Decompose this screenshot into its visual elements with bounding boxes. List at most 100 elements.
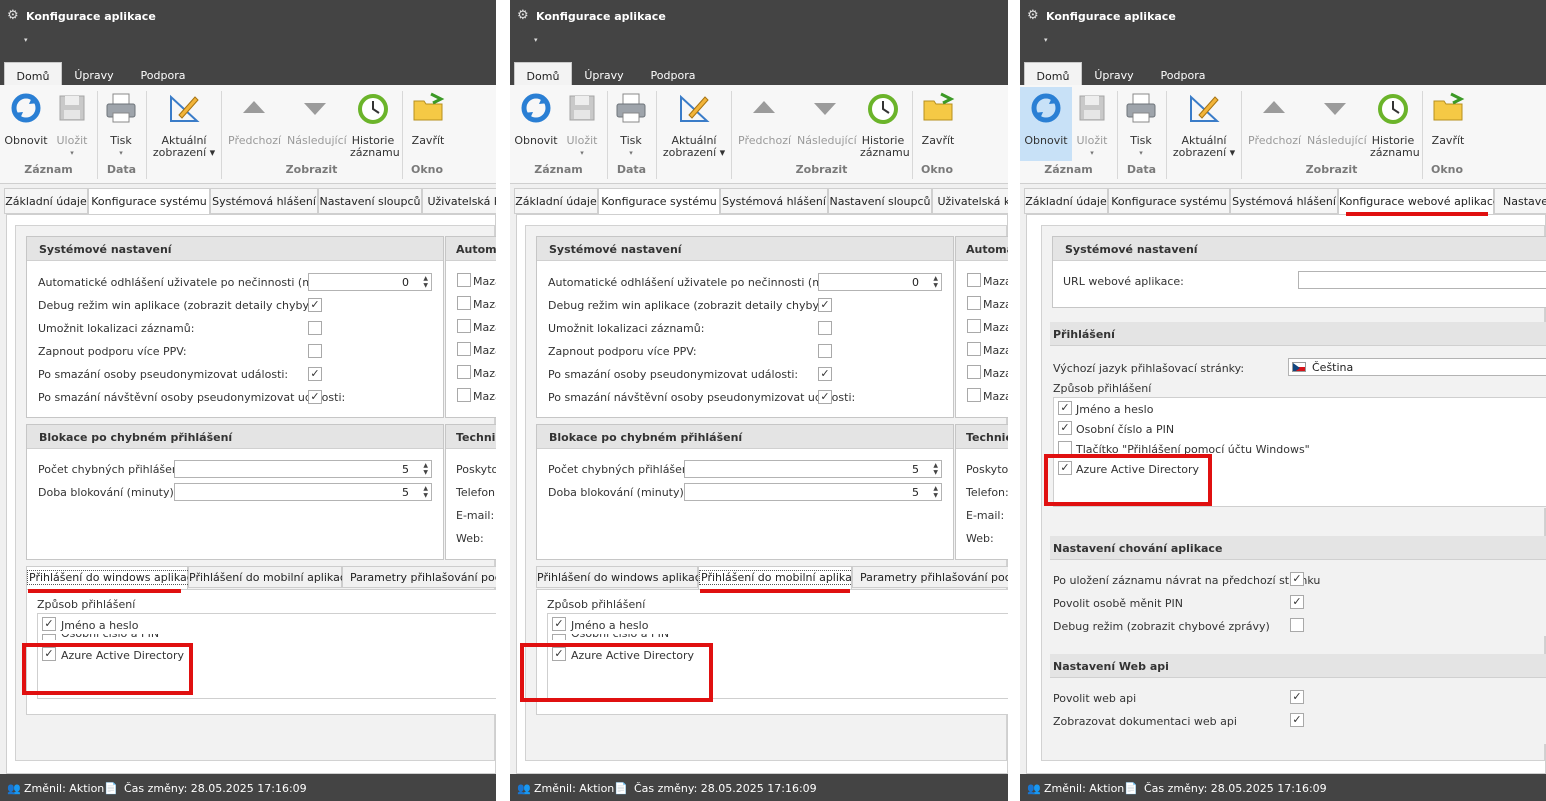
previous-button[interactable]: Předchozí — [738, 89, 791, 147]
return-checkbox[interactable]: ✓ — [1290, 572, 1304, 586]
spin-icon[interactable]: ▲ ▼ — [420, 485, 428, 499]
tab-system-messages[interactable]: Systémová hlášení — [1230, 188, 1338, 214]
next-button[interactable]: Následující — [287, 89, 347, 147]
spin-icon[interactable]: ▲ ▼ — [930, 275, 938, 289]
spin-icon[interactable]: ▲ ▼ — [930, 462, 938, 476]
tab-support[interactable]: Podpora — [642, 62, 704, 85]
auto-checkbox[interactable] — [967, 365, 981, 379]
ppv-checkbox[interactable] — [308, 344, 322, 358]
auto-checkbox[interactable] — [967, 319, 981, 333]
auto-checkbox[interactable] — [457, 296, 471, 310]
previous-button[interactable]: Předchozí — [1248, 89, 1301, 147]
debug-web-checkbox[interactable] — [1290, 618, 1304, 632]
tab-system-config[interactable]: Konfigurace systému — [598, 188, 720, 216]
default-lang-select[interactable]: Čeština — [1288, 358, 1546, 376]
spin-icon[interactable]: ▲ ▼ — [930, 485, 938, 499]
print-button[interactable]: Tisk ▾ — [101, 89, 141, 159]
tab-system-messages[interactable]: Systémová hlášení — [720, 188, 828, 214]
auto-checkbox[interactable] — [967, 388, 981, 402]
next-button[interactable]: Následující — [797, 89, 857, 147]
print-button[interactable]: Tisk ▾ — [611, 89, 651, 159]
tab-edit[interactable]: Úpravy — [66, 62, 122, 85]
allow-webapi-checkbox[interactable]: ✓ — [1290, 690, 1304, 704]
attempts-input[interactable]: 5 ▲ ▼ — [684, 460, 942, 478]
pseudo-person-checkbox[interactable]: ✓ — [308, 367, 322, 381]
auto-checkbox[interactable] — [457, 342, 471, 356]
subtab-mobile-login[interactable]: Přihlášení do mobilní aplikace — [188, 566, 353, 588]
pin-checkbox[interactable] — [552, 634, 566, 640]
ppv-checkbox[interactable] — [818, 344, 832, 358]
subtab-login-params[interactable]: Parametry přihlašování podle do — [852, 566, 1008, 588]
save-button[interactable]: Uložit ▾ — [52, 89, 92, 159]
history-button[interactable]: Historie záznamu — [1370, 89, 1420, 159]
print-button[interactable]: Tisk ▾ — [1121, 89, 1161, 159]
auto-checkbox[interactable] — [457, 273, 471, 287]
localization-checkbox[interactable] — [818, 321, 832, 335]
quick-access-dropdown-icon[interactable]: ▾ — [1044, 36, 1048, 44]
auto-logout-input[interactable]: 0 ▲ ▼ — [818, 273, 942, 291]
history-button[interactable]: Historie záznamu — [860, 89, 910, 159]
auto-checkbox[interactable] — [967, 296, 981, 310]
pseudo-visitor-checkbox[interactable]: ✓ — [818, 390, 832, 404]
close-button[interactable]: Zavřít — [918, 89, 958, 147]
current-view-button[interactable]: Aktuální zobrazení ▾ — [662, 89, 726, 159]
pseudo-person-checkbox[interactable]: ✓ — [818, 367, 832, 381]
auto-checkbox[interactable] — [457, 365, 471, 379]
pin-checkbox[interactable]: ✓ — [1058, 421, 1072, 435]
tab-user[interactable]: Uživatelská ko — [932, 188, 1008, 214]
allow-pin-checkbox[interactable]: ✓ — [1290, 595, 1304, 609]
tab-system-config[interactable]: Konfigurace systému — [88, 188, 210, 216]
pseudo-visitor-checkbox[interactable]: ✓ — [308, 390, 322, 404]
tab-basic-data[interactable]: Základní údaje — [1024, 188, 1108, 214]
previous-button[interactable]: Předchozí — [228, 89, 281, 147]
tab-edit[interactable]: Úpravy — [1086, 62, 1142, 85]
save-button[interactable]: Uložit ▾ — [1072, 89, 1112, 159]
tab-system-messages[interactable]: Systémová hlášení — [210, 188, 318, 214]
subtab-windows-login[interactable]: Přihlášení do windows aplikace — [26, 566, 202, 590]
spin-icon[interactable]: ▲ ▼ — [420, 462, 428, 476]
windows-button-checkbox[interactable] — [1058, 441, 1072, 455]
tab-user[interactable]: Uživatelská ko — [422, 188, 496, 214]
current-view-button[interactable]: Aktuální zobrazení ▾ — [1172, 89, 1236, 159]
debug-checkbox[interactable]: ✓ — [818, 298, 832, 312]
tab-edit[interactable]: Úpravy — [576, 62, 632, 85]
show-docs-checkbox[interactable]: ✓ — [1290, 713, 1304, 727]
save-button[interactable]: Uložit ▾ — [562, 89, 602, 159]
subtab-windows-login[interactable]: Přihlášení do windows aplikace — [536, 566, 708, 588]
tab-column-settings[interactable]: Nastavení sloupců — [318, 188, 422, 214]
current-view-button[interactable]: Aktuální zobrazení ▾ — [152, 89, 216, 159]
next-button[interactable]: Následující — [1307, 89, 1367, 147]
quick-access-dropdown-icon[interactable]: ▾ — [24, 36, 28, 44]
tab-home[interactable]: Domů — [4, 62, 62, 85]
tab-basic-data[interactable]: Základní údaje — [514, 188, 598, 214]
debug-checkbox[interactable]: ✓ — [308, 298, 322, 312]
auto-checkbox[interactable] — [967, 342, 981, 356]
name-password-checkbox[interactable]: ✓ — [42, 617, 56, 631]
subtab-login-params[interactable]: Parametry přihlašování podle d — [342, 566, 496, 588]
subtab-mobile-login[interactable]: Přihlášení do mobilní aplikace — [698, 566, 867, 590]
auto-checkbox[interactable] — [457, 388, 471, 402]
duration-input[interactable]: 5 ▲ ▼ — [174, 483, 432, 501]
duration-input[interactable]: 5 ▲ ▼ — [684, 483, 942, 501]
quick-access-dropdown-icon[interactable]: ▾ — [534, 36, 538, 44]
auto-checkbox[interactable] — [967, 273, 981, 287]
localization-checkbox[interactable] — [308, 321, 322, 335]
tab-system-config[interactable]: Konfigurace systému — [1108, 188, 1230, 214]
spin-icon[interactable]: ▲ ▼ — [420, 275, 428, 289]
refresh-button[interactable]: Obnovit — [514, 89, 558, 147]
tab-basic-data[interactable]: Základní údaje — [4, 188, 88, 214]
tab-support[interactable]: Podpora — [132, 62, 194, 85]
attempts-input[interactable]: 5 ▲ ▼ — [174, 460, 432, 478]
pin-checkbox[interactable] — [42, 634, 56, 640]
tab-column-settings[interactable]: Nastavení sloupců — [828, 188, 932, 214]
refresh-button[interactable]: Obnovit — [1020, 87, 1072, 161]
tab-support[interactable]: Podpora — [1152, 62, 1214, 85]
tab-settings[interactable]: Nastaven — [1494, 188, 1546, 214]
close-button[interactable]: Zavřít — [408, 89, 448, 147]
auto-logout-input[interactable]: 0 ▲ ▼ — [308, 273, 432, 291]
history-button[interactable]: Historie záznamu — [350, 89, 400, 159]
tab-home[interactable]: Domů — [1024, 62, 1082, 85]
close-button[interactable]: Zavřít — [1428, 89, 1468, 147]
auto-checkbox[interactable] — [457, 319, 471, 333]
refresh-button[interactable]: Obnovit — [4, 89, 48, 147]
